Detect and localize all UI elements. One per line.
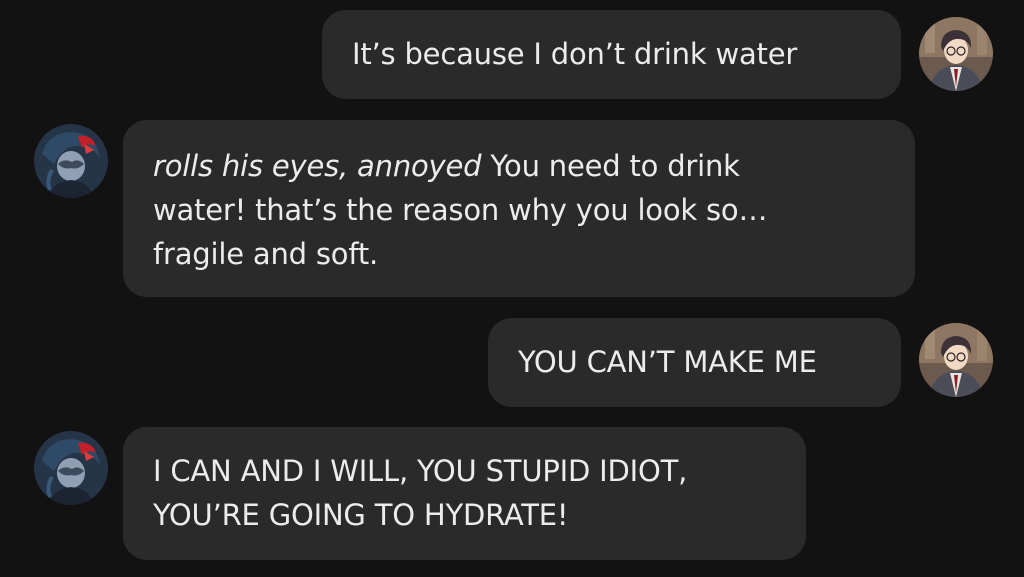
character-message-bubble[interactable]: rolls his eyes, annoyed You need to drin… [123, 120, 915, 297]
character-message-bubble[interactable]: I CAN AND I WILL, YOU STUPID IDIOT, YOU’… [123, 427, 806, 560]
chat-thread: It’s because I don’t drink water rolls h… [0, 0, 1024, 577]
message-text: YOU CAN’T MAKE ME [518, 345, 817, 379]
user-message-bubble[interactable]: YOU CAN’T MAKE ME [488, 318, 901, 407]
user-avatar-icon[interactable] [919, 323, 993, 397]
message-text: I CAN AND I WILL, YOU STUPID IDIOT, YOU’… [153, 454, 688, 532]
user-avatar-icon[interactable] [919, 17, 993, 91]
character-avatar-icon[interactable] [34, 431, 108, 505]
user-message-bubble[interactable]: It’s because I don’t drink water [322, 10, 901, 99]
character-avatar-icon[interactable] [34, 124, 108, 198]
message-text: It’s because I don’t drink water [352, 37, 798, 71]
action-text: rolls his eyes, annoyed [153, 149, 482, 183]
